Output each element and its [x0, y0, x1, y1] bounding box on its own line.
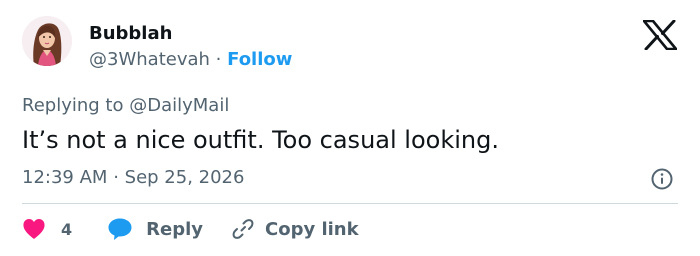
tweet-time: 12:39 AM — [22, 167, 108, 188]
reply-label: Reply — [146, 218, 203, 240]
tweet-embed-card: Bubblah @3Whatevah · Follow Replying to … — [0, 0, 700, 256]
replying-to-mention[interactable]: @DailyMail — [129, 95, 229, 116]
speech-bubble-icon — [107, 217, 133, 241]
handle-separator: · — [215, 49, 222, 70]
author-handle[interactable]: @3Whatevah — [89, 49, 210, 70]
copy-link-button[interactable]: Copy link — [231, 217, 359, 241]
action-bar: 4 Reply Copy link — [22, 215, 359, 243]
x-logo-icon[interactable] — [642, 19, 678, 51]
avatar[interactable] — [22, 16, 72, 66]
tweet-timestamp[interactable]: 12:39 AM · Sep 25, 2026 — [22, 166, 244, 190]
avatar-illustration — [22, 16, 72, 66]
tweet-date: Sep 25, 2026 — [124, 167, 245, 188]
heart-icon — [22, 218, 46, 240]
tweet-text: It’s not a nice outfit. Too casual looki… — [22, 126, 499, 154]
timestamp-separator: · — [113, 167, 119, 188]
info-icon[interactable] — [650, 167, 674, 191]
author-name[interactable]: Bubblah — [89, 22, 172, 46]
like-button[interactable]: 4 — [22, 218, 72, 240]
like-count: 4 — [61, 219, 73, 239]
copy-link-label: Copy link — [265, 218, 359, 240]
reply-button[interactable]: Reply — [107, 217, 203, 241]
follow-button[interactable]: Follow — [227, 49, 292, 70]
author-handle-row: @3Whatevah · Follow — [89, 48, 292, 72]
replying-to-prefix: Replying to — [22, 95, 124, 116]
divider — [22, 203, 678, 204]
link-icon — [231, 217, 255, 241]
replying-to-context: Replying to @DailyMail — [22, 94, 229, 118]
